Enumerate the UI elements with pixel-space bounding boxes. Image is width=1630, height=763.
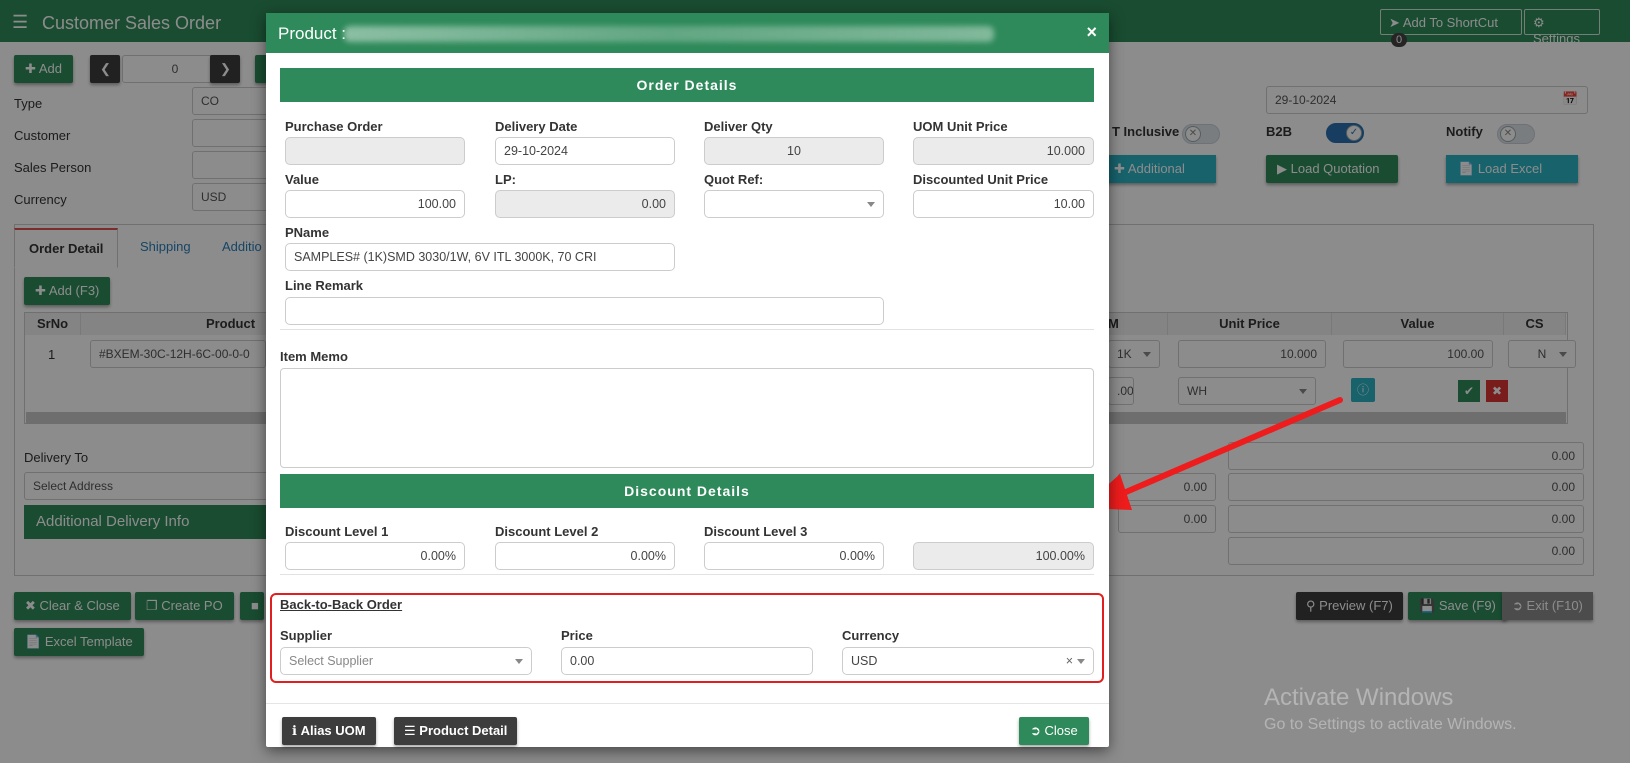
divider [280, 574, 1094, 575]
purchase-order-input[interactable] [285, 137, 465, 165]
modal-close-label: Close [1044, 723, 1078, 738]
discount-level-1-label: Discount Level 1 [285, 524, 389, 539]
discount-level-2-input[interactable]: 0.00% [495, 542, 675, 570]
line-remark-label: Line Remark [285, 278, 364, 293]
value-input[interactable]: 100.00 [285, 190, 465, 218]
quot-ref-select[interactable] [704, 190, 884, 218]
discount-total-input: 100.00% [913, 542, 1094, 570]
line-remark-input[interactable] [285, 297, 884, 325]
order-details-header: Order Details [280, 68, 1094, 102]
chevron-down-icon [867, 202, 875, 207]
discount-level-2-label: Discount Level 2 [495, 524, 599, 539]
value-label: Value [285, 172, 319, 187]
modal-close-button[interactable]: ➲ Close [1019, 717, 1089, 745]
uom-unit-price-label: UOM Unit Price [913, 119, 1008, 134]
item-memo-textarea[interactable] [280, 368, 1094, 468]
redacted-product-name [344, 26, 994, 42]
list-icon: ☰ [404, 723, 416, 738]
alias-uom-label: Alias UOM [300, 723, 366, 738]
lp-input[interactable]: 0.00 [495, 190, 675, 218]
delivery-date-input[interactable]: 29-10-2024 [495, 137, 675, 165]
modal-title: Product : [278, 24, 347, 43]
discount-level-3-label: Discount Level 3 [704, 524, 808, 539]
purchase-order-label: Purchase Order [285, 119, 383, 134]
modal-header: Product : × [266, 13, 1109, 53]
discount-details-header: Discount Details [280, 474, 1094, 508]
highlight-box [270, 593, 1104, 683]
footer-divider [266, 703, 1109, 704]
lp-label: LP: [495, 172, 516, 187]
quot-ref-label: Quot Ref: [704, 172, 764, 187]
uom-unit-price-input[interactable]: 10.000 [913, 137, 1094, 165]
deliver-qty-input[interactable]: 10 [704, 137, 884, 165]
discount-level-3-input[interactable]: 0.00% [704, 542, 884, 570]
item-memo-label: Item Memo [280, 349, 348, 364]
divider [280, 329, 1094, 330]
delivery-date-label: Delivery Date [495, 119, 578, 134]
product-detail-button[interactable]: ☰ Product Detail [394, 717, 518, 745]
pname-label: PName [285, 225, 330, 240]
discounted-unit-price-label: Discounted Unit Price [913, 172, 1049, 187]
pname-input[interactable]: SAMPLES# (1K)SMD 3030/1W, 6V ITL 3000K, … [285, 243, 675, 271]
alias-uom-button[interactable]: ℹ Alias UOM [282, 717, 376, 745]
info-icon: ℹ [292, 723, 297, 738]
discounted-unit-price-input[interactable]: 10.00 [913, 190, 1094, 218]
close-icon[interactable]: × [1086, 22, 1097, 43]
product-detail-label: Product Detail [419, 723, 508, 738]
discount-level-1-input[interactable]: 0.00% [285, 542, 465, 570]
deliver-qty-label: Deliver Qty [704, 119, 773, 134]
sign-out-icon: ➲ [1030, 723, 1041, 738]
